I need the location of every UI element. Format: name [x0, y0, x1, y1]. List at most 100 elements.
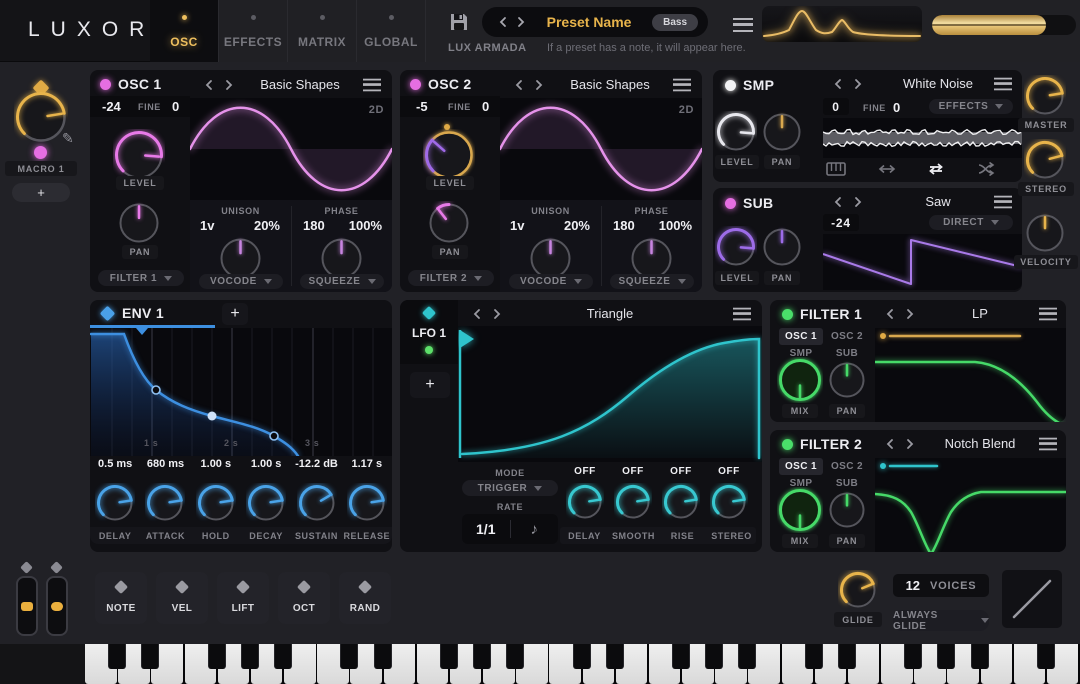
env-decay-knob[interactable] — [246, 483, 286, 523]
osc2-phase-value[interactable]: 180 — [613, 218, 635, 233]
black-key[interactable] — [572, 644, 591, 669]
osc1-wave-name[interactable]: Basic Shapes — [250, 77, 350, 92]
filter2-mix-knob[interactable] — [777, 487, 823, 533]
smp-waveform-display[interactable] — [823, 118, 1022, 158]
osc1-filter-route-dropdown[interactable]: FILTER 1 — [98, 270, 184, 286]
smp-pan-knob[interactable] — [761, 111, 803, 153]
black-key[interactable] — [804, 644, 823, 669]
black-key[interactable] — [705, 644, 724, 669]
preset-next-icon[interactable] — [516, 16, 526, 28]
note-mod-button[interactable]: NOTE — [95, 572, 147, 624]
lfo-delay-mod-value[interactable]: OFF — [565, 466, 605, 477]
black-key[interactable] — [605, 644, 624, 669]
lfo-rate-value[interactable]: 1/1 — [462, 521, 510, 537]
env-attack-knob[interactable] — [145, 483, 185, 523]
osc2-next-wave-icon[interactable] — [534, 79, 544, 91]
add-lfo-button[interactable]: + — [410, 372, 450, 398]
black-key[interactable] — [141, 644, 160, 669]
velocity-knob[interactable] — [1024, 212, 1066, 254]
smp-keytrack-icon[interactable] — [826, 162, 846, 176]
black-key[interactable] — [473, 644, 491, 669]
filter2-type-name[interactable]: Notch Blend — [925, 436, 1035, 451]
preset-name[interactable]: Preset Name — [526, 14, 652, 30]
piano-keyboard[interactable] — [85, 644, 1080, 684]
filter1-prev-type-icon[interactable] — [885, 308, 895, 320]
osc1-fine-value[interactable]: 0 — [172, 99, 179, 114]
stereo-knob[interactable] — [1024, 139, 1066, 181]
black-key[interactable] — [340, 644, 359, 669]
filter1-type-name[interactable]: LP — [925, 306, 1035, 321]
black-key[interactable] — [937, 644, 956, 669]
voices-box[interactable]: 12 VOICES — [893, 574, 989, 597]
sub-pan-knob[interactable] — [761, 226, 803, 268]
osc2-filter-route-dropdown[interactable]: FILTER 2 — [408, 270, 494, 286]
lfo-mode-dropdown[interactable]: TRIGGER — [462, 480, 558, 496]
lift-mod-button[interactable]: LIFT — [217, 572, 269, 624]
tab-effects[interactable]: EFFECTS — [219, 0, 288, 62]
filter2-next-type-icon[interactable] — [905, 438, 915, 450]
oct-mod-button[interactable]: OCT — [278, 572, 330, 624]
osc1-phase-value[interactable]: 180 — [303, 218, 325, 233]
smp-coarse-value[interactable]: 0 — [823, 98, 849, 115]
lfo-smooth-mod-value[interactable]: OFF — [613, 466, 653, 477]
osc1-wave-display[interactable]: 2D — [190, 98, 392, 200]
lfo-wave-name[interactable]: Triangle — [550, 306, 670, 321]
black-key[interactable] — [240, 644, 259, 669]
smp-prev-sample-icon[interactable] — [833, 78, 843, 90]
sub-prev-wave-icon[interactable] — [833, 196, 843, 208]
filter1-menu-icon[interactable] — [1039, 307, 1057, 321]
lfo-stereo-knob[interactable] — [710, 483, 748, 521]
smp-sample-name[interactable]: White Noise — [873, 76, 1003, 91]
lfo-next-wave-icon[interactable] — [492, 308, 502, 320]
preset-menu-icon[interactable] — [733, 18, 753, 32]
env-delay-value[interactable]: 0.5 ms — [90, 458, 140, 474]
filter1-route-osc1[interactable]: OSC 1 — [779, 328, 823, 345]
smp-loop-icon[interactable] — [926, 162, 946, 176]
glide-mode-dropdown[interactable]: ALWAYS GLIDE — [893, 610, 989, 632]
osc2-unison-detune[interactable]: 20% — [564, 218, 590, 233]
smp-menu-icon[interactable] — [994, 77, 1012, 91]
osc1-unison-voices[interactable]: 1v — [200, 218, 214, 233]
filter2-pan-knob[interactable] — [827, 490, 867, 530]
lfo-prev-wave-icon[interactable] — [472, 308, 482, 320]
osc1-unison-mode-dropdown[interactable]: VOCODE — [199, 274, 283, 289]
filter2-prev-type-icon[interactable] — [885, 438, 895, 450]
osc1-next-wave-icon[interactable] — [224, 79, 234, 91]
osc2-phase-amount[interactable]: 100% — [659, 218, 692, 233]
env-tab-label[interactable]: ENV 1 — [122, 305, 164, 321]
master-volume-slider[interactable] — [932, 15, 1076, 35]
env-decay-value[interactable]: 1.00 s — [241, 458, 291, 474]
lfo-delay-knob[interactable] — [566, 483, 604, 521]
black-key[interactable] — [439, 644, 458, 669]
filter1-enable-dot[interactable] — [782, 309, 793, 320]
black-key[interactable] — [904, 644, 923, 669]
black-key[interactable] — [1036, 644, 1055, 669]
tab-osc[interactable]: OSC — [150, 0, 219, 62]
sub-coarse-value[interactable]: -24 — [823, 214, 859, 231]
osc1-menu-icon[interactable] — [363, 78, 381, 92]
env-release-value[interactable]: 1.17 s — [342, 458, 392, 474]
macro-1-knob[interactable] — [14, 90, 68, 144]
smp-enable-dot[interactable] — [725, 80, 736, 91]
add-env-button[interactable]: + — [222, 303, 248, 325]
smp-shuffle-icon[interactable] — [976, 162, 996, 176]
osc2-wave-display[interactable]: 2D — [500, 98, 702, 200]
voices-value[interactable]: 12 — [906, 578, 920, 593]
osc1-phase-mode-dropdown[interactable]: SQUEEZE — [300, 274, 384, 289]
pitch-wheel-handle[interactable] — [51, 602, 63, 611]
black-key[interactable] — [274, 644, 292, 669]
osc2-menu-icon[interactable] — [673, 78, 691, 92]
filter2-route-osc1[interactable]: OSC 1 — [779, 458, 823, 475]
osc2-coarse-value[interactable]: -5 — [416, 99, 428, 114]
osc2-level-knob[interactable] — [423, 129, 475, 181]
smp-next-sample-icon[interactable] — [853, 78, 863, 90]
lfo-display[interactable] — [458, 326, 762, 462]
lfo1-tab[interactable]: LFO 1 — [400, 300, 458, 364]
osc1-prev-wave-icon[interactable] — [204, 79, 214, 91]
filter1-mix-knob[interactable] — [777, 357, 823, 403]
sub-wave-name[interactable]: Saw — [873, 194, 1003, 209]
tab-global[interactable]: GLOBAL — [357, 0, 426, 62]
smp-fine-value[interactable]: 0 — [893, 100, 900, 115]
sub-wave-display[interactable] — [823, 234, 1022, 290]
env-diamond-icon[interactable] — [99, 305, 116, 322]
